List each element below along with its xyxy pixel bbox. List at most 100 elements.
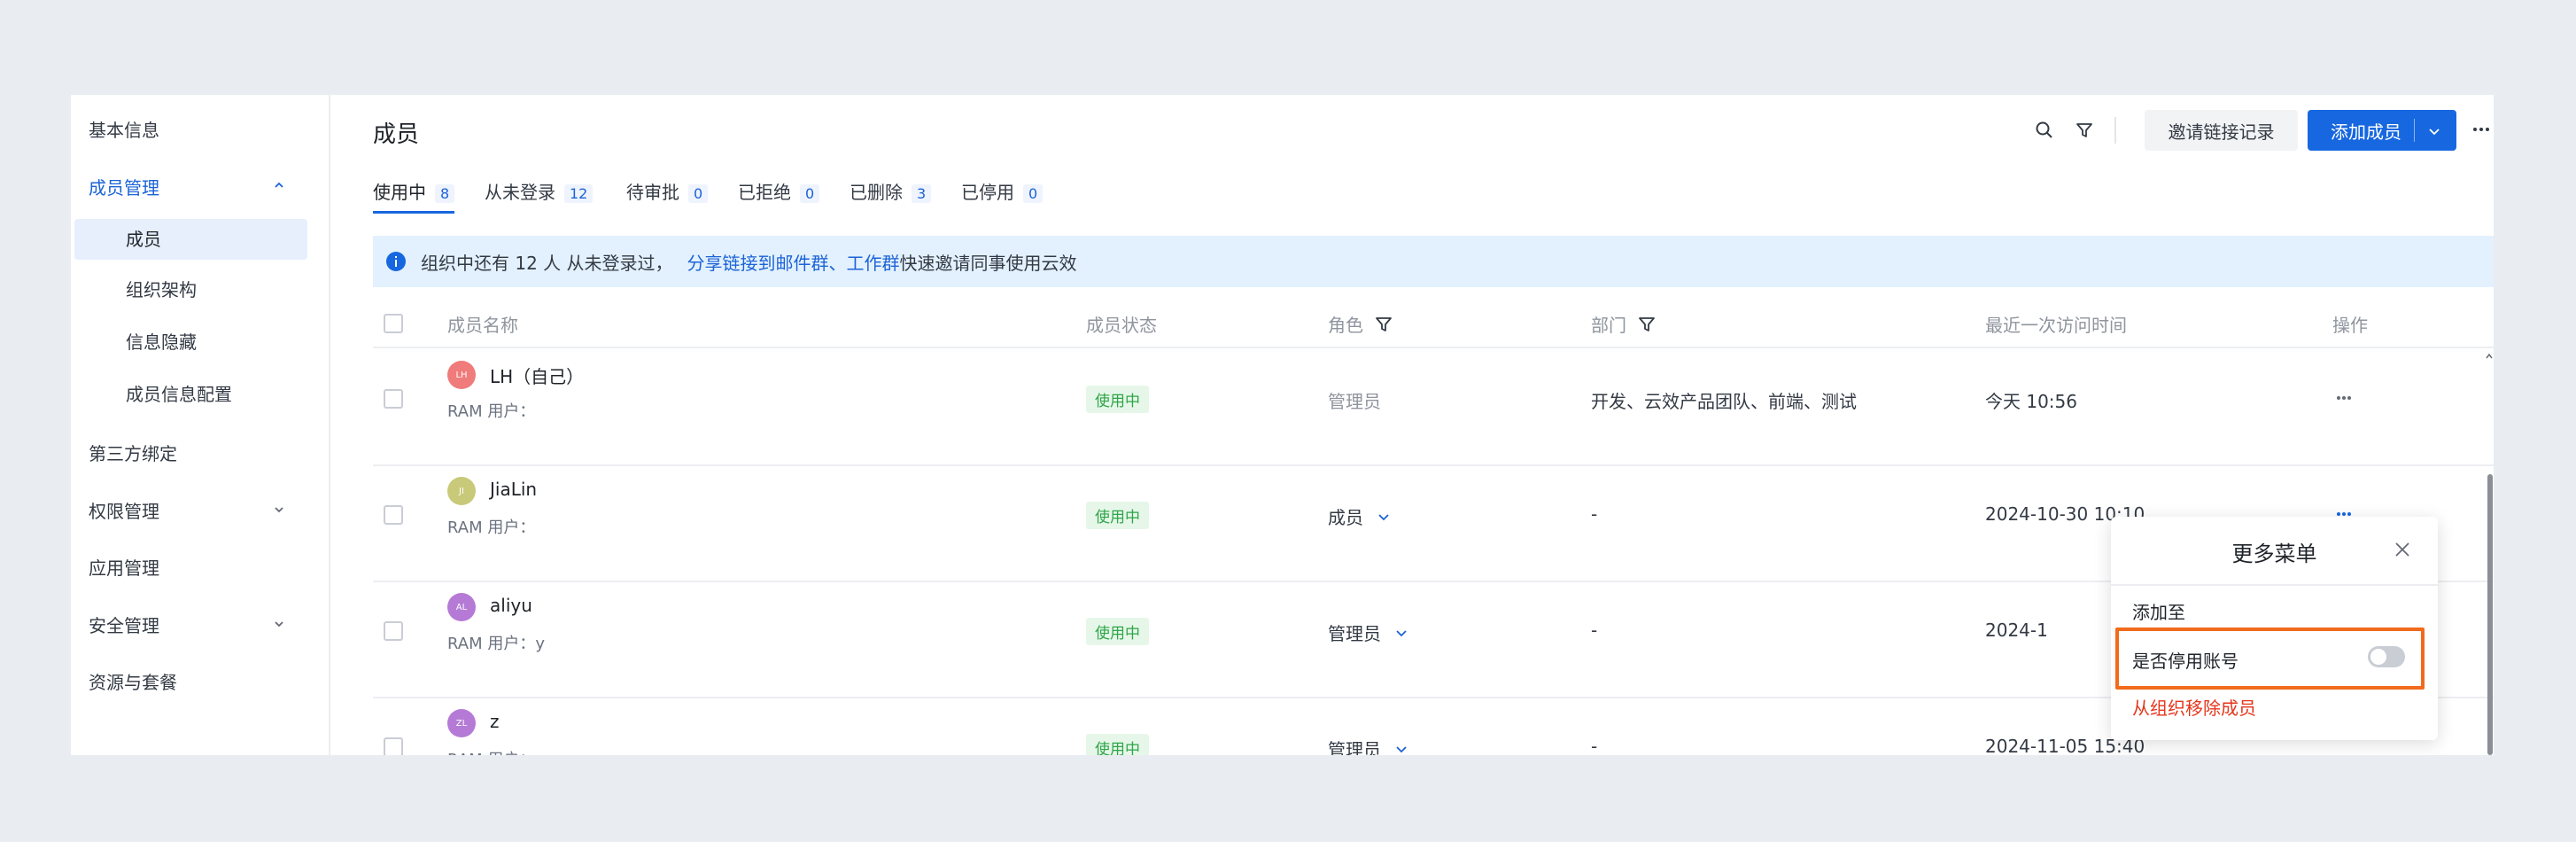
sidebar-item-permission[interactable]: 权限管理 xyxy=(89,497,159,523)
popup-title: 更多菜单 xyxy=(2231,542,2317,566)
header-label: 操作 xyxy=(2332,315,2368,336)
member-ram-user: RAM 用户： xyxy=(447,402,536,421)
avatar: ZL xyxy=(447,709,476,737)
row-checkbox[interactable] xyxy=(384,389,403,409)
role-label: 管理员 xyxy=(1328,739,1381,755)
tab-label: 从未登录 xyxy=(485,182,555,203)
member-role-select[interactable]: 管理员 xyxy=(1328,620,1409,645)
header-label: 最近一次访问时间 xyxy=(1985,315,2127,336)
scrollbar[interactable] xyxy=(2487,474,2493,755)
member-name: LH（自己） xyxy=(490,366,585,387)
chevron-up-icon[interactable] xyxy=(273,179,285,191)
tab-pending[interactable]: 待审批 0 xyxy=(626,178,709,214)
scroll-up-icon[interactable] xyxy=(2485,352,2494,361)
avatar: AL xyxy=(447,593,476,621)
tab-never-logged-in[interactable]: 从未登录 12 xyxy=(485,178,594,214)
role-label: 管理员 xyxy=(1328,391,1381,412)
member-ram-user: RAM 用户：y xyxy=(447,635,545,653)
table-row: LH LH（自己） RAM 用户： 使用中 管理员 开发、云效产品团队、前端、测… xyxy=(373,350,2494,466)
row-checkbox[interactable] xyxy=(384,621,403,641)
table-header: 成员名称 成员状态 角色 部门 最近一次访问时间 操作 xyxy=(373,297,2494,348)
col-header-actions: 操作 xyxy=(2332,311,2368,337)
member-name: z xyxy=(490,711,500,732)
close-icon[interactable] xyxy=(2393,540,2412,559)
sidebar-item-member-mgmt[interactable]: 成员管理 xyxy=(89,174,159,199)
row-checkbox[interactable] xyxy=(384,505,403,525)
toggle-knob xyxy=(2370,649,2386,665)
sidebar-item-info-hide[interactable]: 信息隐藏 xyxy=(71,322,304,363)
tab-label: 使用中 xyxy=(373,182,426,203)
chevron-down-icon[interactable] xyxy=(273,503,285,516)
search-icon[interactable] xyxy=(2031,117,2058,144)
avatar: JI xyxy=(447,477,476,505)
page-title: 成员 xyxy=(373,121,420,148)
tab-deleted[interactable]: 已删除 3 xyxy=(850,178,932,214)
tab-count: 12 xyxy=(564,184,594,203)
tab-count: 0 xyxy=(1023,184,1044,203)
row-checkbox[interactable] xyxy=(384,737,403,755)
sidebar-item-org[interactable]: 组织架构 xyxy=(71,269,304,310)
filter-icon[interactable] xyxy=(1374,315,1393,334)
col-header-role: 角色 xyxy=(1328,311,1393,337)
header-label: 成员状态 xyxy=(1086,315,1157,336)
banner-suffix: 快速邀请同事使用云效 xyxy=(899,252,1077,274)
status-badge: 使用中 xyxy=(1086,734,1149,755)
chevron-down-icon[interactable] xyxy=(273,618,285,630)
header-label: 部门 xyxy=(1591,315,1626,336)
status-badge: 使用中 xyxy=(1086,386,1149,413)
chevron-down-icon[interactable] xyxy=(2426,122,2442,138)
add-member-button[interactable]: 添加成员 xyxy=(2308,110,2456,151)
filter-icon[interactable] xyxy=(1637,315,1657,334)
more-icon[interactable] xyxy=(2468,116,2494,143)
status-badge: 使用中 xyxy=(1086,502,1149,529)
chevron-down-icon[interactable] xyxy=(1393,741,1409,756)
filter-icon[interactable] xyxy=(2071,117,2098,144)
header-label: 角色 xyxy=(1328,315,1363,336)
member-role-select[interactable]: 管理员 xyxy=(1328,736,1409,755)
sidebar-item-members[interactable]: 成员 xyxy=(74,219,307,260)
chevron-down-icon[interactable] xyxy=(1393,625,1409,641)
avatar: LH xyxy=(447,361,476,389)
member-last-visit: 2024-1 xyxy=(1985,620,2048,641)
tab-count: 8 xyxy=(435,184,455,203)
invite-records-button[interactable]: 邀请链接记录 xyxy=(2145,110,2298,151)
member-role-select[interactable]: 成员 xyxy=(1328,503,1392,529)
member-ram-user: RAM 用户：z xyxy=(447,747,544,755)
sidebar-item-security[interactable]: 安全管理 xyxy=(89,612,159,637)
chevron-down-icon[interactable] xyxy=(1376,509,1392,525)
col-header-status: 成员状态 xyxy=(1086,311,1157,337)
share-link[interactable]: 分享链接到邮件群、工作群 xyxy=(687,249,900,275)
col-header-last-visit: 最近一次访问时间 xyxy=(1985,311,2127,337)
tab-rejected[interactable]: 已拒绝 0 xyxy=(738,178,820,214)
sidebar-item-basic-info[interactable]: 基本信息 xyxy=(89,116,159,142)
tab-count: 3 xyxy=(912,184,932,203)
disable-account-toggle[interactable] xyxy=(2368,646,2405,667)
add-to-menu-item[interactable]: 添加至 xyxy=(2132,598,2185,624)
tab-count: 0 xyxy=(688,184,709,203)
more-icon[interactable] xyxy=(2331,387,2357,409)
divider xyxy=(2414,119,2415,142)
member-name: JiaLin xyxy=(490,479,538,500)
sidebar-item-app-mgmt[interactable]: 应用管理 xyxy=(89,554,159,580)
role-label: 成员 xyxy=(1328,507,1363,528)
remove-member-menu-item[interactable]: 从组织移除成员 xyxy=(2132,694,2256,720)
add-member-label: 添加成员 xyxy=(2331,121,2401,143)
tab-label: 已停用 xyxy=(961,182,1014,203)
sidebar-item-resources[interactable]: 资源与套餐 xyxy=(89,668,177,694)
sidebar-item-third-party[interactable]: 第三方绑定 xyxy=(89,440,177,465)
info-banner: 组织中还有 12 人 从未登录过， 分享链接到邮件群、工作群 快速邀请同事使用云… xyxy=(373,236,2494,287)
header-label: 成员名称 xyxy=(447,315,518,336)
col-header-name: 成员名称 xyxy=(447,311,518,337)
disable-account-label: 是否停用账号 xyxy=(2132,651,2238,672)
sidebar-item-info-config[interactable]: 成员信息配置 xyxy=(71,374,304,415)
tab-disabled[interactable]: 已停用 0 xyxy=(961,178,1044,214)
member-ram-user: RAM 用户： xyxy=(447,518,536,537)
banner-text: 组织中还有 12 人 从未登录过， xyxy=(421,252,673,274)
main-content: 成员 邀请链接记录 添加成员 使用中 8 从未登录 12 待审批 0 已拒绝 0 已删除… xyxy=(330,95,2494,755)
status-badge: 使用中 xyxy=(1086,618,1149,645)
member-dept: - xyxy=(1591,503,1598,525)
select-all-checkbox[interactable] xyxy=(384,314,403,333)
tab-active[interactable]: 使用中 8 xyxy=(373,178,455,214)
col-header-dept: 部门 xyxy=(1591,311,1657,337)
app-window: 基本信息 成员管理 成员 组织架构 信息隐藏 成员信息配置 第三方绑定 权限管理… xyxy=(71,95,2494,755)
